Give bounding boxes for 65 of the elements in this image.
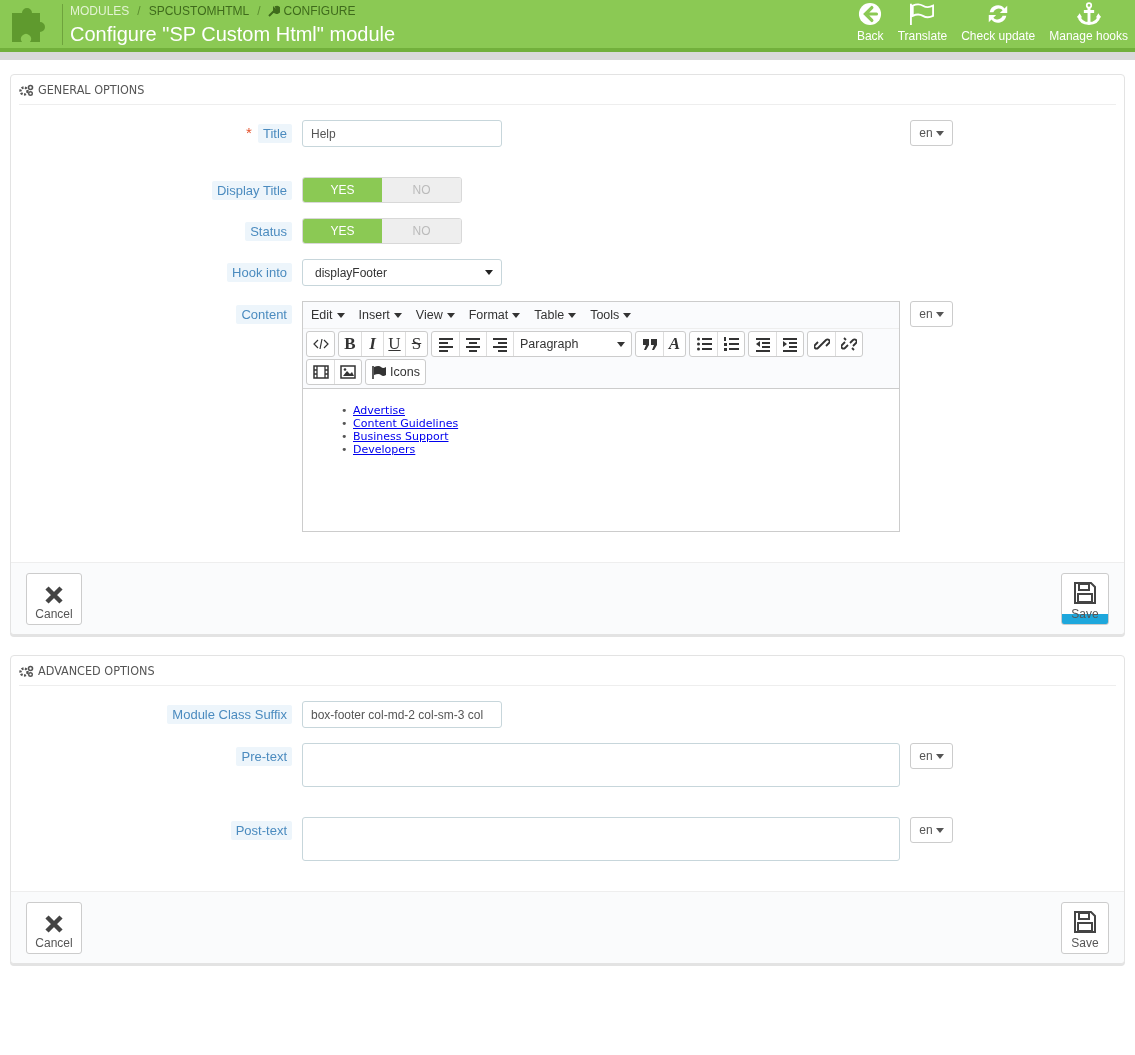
field-label: Title	[257, 124, 292, 143]
editor-body[interactable]: • Advertise • Content Guidelines • Business Support • Developers	[303, 389, 899, 471]
icons-button[interactable]: Icons	[366, 360, 425, 384]
page-title: Configure "SP Custom Html" module	[70, 23, 396, 45]
bullet: •	[341, 443, 349, 456]
bullet-list-icon	[695, 336, 712, 352]
breadcrumb-separator: /	[137, 4, 141, 18]
cancel-button[interactable]: Cancel	[26, 573, 82, 625]
field-label: Module Class Suffix	[167, 705, 292, 724]
format-button[interactable]: B	[339, 332, 361, 356]
film-icon	[312, 364, 329, 380]
menu-item[interactable]: Edit	[311, 308, 345, 322]
quote-icon	[641, 336, 658, 352]
menu-item[interactable]: View	[415, 308, 455, 322]
language-dropdown[interactable]: en	[910, 743, 953, 769]
menu-item[interactable]: Format	[468, 308, 521, 322]
image-icon	[340, 364, 356, 380]
indent-icon	[782, 336, 798, 352]
link[interactable]: Developers	[353, 443, 416, 456]
wrench-icon	[268, 5, 281, 17]
menu-item[interactable]: Insert	[358, 308, 402, 322]
field-label: Post-text	[230, 821, 292, 840]
field-label: Status	[245, 222, 292, 241]
breadcrumb: SPCUSTOMHTML	[148, 4, 250, 18]
format-button[interactable]: S	[405, 332, 427, 356]
outdent-icon	[754, 336, 771, 352]
bullet: •	[341, 417, 349, 430]
gears-icon	[19, 664, 34, 677]
format-button[interactable]: U	[383, 332, 405, 356]
link-icon	[813, 336, 830, 352]
bullet: •	[341, 404, 349, 417]
unlink-icon	[841, 336, 857, 352]
link[interactable]: Business Support	[353, 430, 449, 443]
flag-icon	[371, 364, 387, 380]
language-dropdown[interactable]: en	[910, 817, 953, 843]
align-left-icon	[437, 336, 454, 352]
language-dropdown[interactable]: en	[910, 301, 953, 327]
close-icon	[44, 914, 64, 934]
save-button[interactable]: Save	[1061, 902, 1109, 954]
code-icon	[312, 336, 329, 352]
field-label: Display Title	[211, 181, 292, 200]
close-icon	[44, 585, 64, 605]
panel-title: GENERAL OPTIONS	[38, 82, 145, 97]
breadcrumb-separator: /	[257, 4, 261, 18]
text-field[interactable]: Help	[302, 120, 502, 147]
cancel-button[interactable]: Cancel	[26, 902, 82, 954]
align-right-icon	[492, 336, 508, 352]
field-label: Pre-text	[236, 747, 292, 766]
field-label: Hook into	[227, 263, 292, 282]
panel-title: ADVANCED OPTIONS	[38, 663, 155, 678]
gears-icon	[19, 83, 34, 96]
field-label: Content	[236, 305, 292, 324]
breadcrumb: CONFIGURE	[268, 4, 356, 18]
link[interactable]: Content Guidelines	[353, 417, 459, 430]
format-button[interactable]: I	[361, 332, 383, 356]
bullet: •	[341, 430, 349, 443]
numbered-list-icon	[723, 336, 739, 352]
menu-item[interactable]: Table	[534, 308, 577, 322]
text-field[interactable]: box-footer col-md-2 col-sm-3 col	[302, 701, 502, 728]
language-dropdown[interactable]: en	[910, 120, 953, 146]
link[interactable]: Advertise	[353, 404, 405, 417]
menu-item[interactable]: Tools	[590, 308, 632, 322]
select-field[interactable]: displayFooter	[302, 259, 502, 286]
align-center-icon	[465, 336, 481, 352]
required-mark: *	[246, 124, 252, 141]
